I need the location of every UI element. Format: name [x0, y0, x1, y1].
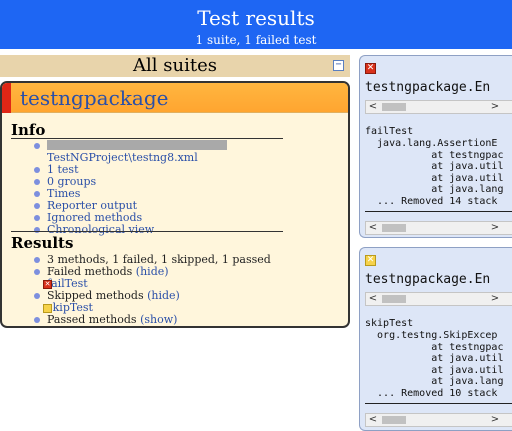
failed-panel-title: testngpackage.En [365, 80, 491, 95]
bullet-icon [34, 257, 40, 263]
bullet-icon [34, 227, 40, 233]
report-header: Test results 1 suite, 1 failed test [0, 0, 512, 49]
info-heading: Info [11, 121, 46, 139]
list-item: Passed methods (show) [34, 314, 271, 326]
failed-stack-trace: java.lang.AssertionE at testngpac at jav… [377, 138, 504, 207]
failed-status-icon: ✕ [365, 63, 376, 74]
results-list: 3 methods, 1 failed, 1 skipped, 1 passed… [34, 254, 271, 326]
suite-header: testngpackage [2, 83, 348, 113]
failed-status-icon: ✕ [43, 280, 52, 289]
all-suites-bar: All suites − [0, 55, 350, 77]
suite-failed-flag [2, 83, 11, 113]
failed-test-panel: ✕ testngpackage.En < > failTest java.lan… [359, 55, 512, 238]
skipped-panel-title: testngpackage.En [365, 272, 491, 287]
list-item: Chronological view [34, 224, 348, 236]
info-divider [11, 138, 283, 139]
bullet-icon [34, 143, 40, 149]
skipped-status-icon: ✕ [365, 255, 376, 266]
report-subtitle: 1 suite, 1 failed test [195, 33, 317, 47]
all-suites-title: All suites [133, 55, 217, 76]
skipped-methods-hide-link[interactable]: (hide) [147, 289, 180, 302]
skipped-test-panel: ✕ testngpackage.En < > skipTest org.test… [359, 247, 512, 431]
failed-method-name: failTest [365, 126, 414, 137]
bullet-icon [34, 317, 40, 323]
suite-name-link[interactable]: testngpackage [20, 85, 168, 111]
horizontal-scrollbar[interactable]: < > [365, 292, 512, 306]
bullet-icon [34, 167, 40, 173]
bullet-icon [34, 191, 40, 197]
skipped-stack-trace: org.testng.SkipExcep at testngpac at jav… [377, 330, 504, 399]
scroll-thumb[interactable] [382, 224, 406, 232]
list-item: TestNGProject\testng8.xml [34, 140, 348, 164]
bullet-icon [34, 179, 40, 185]
scroll-right-icon[interactable]: > [488, 222, 502, 234]
skipped-method-name: skipTest [365, 318, 414, 329]
scroll-left-icon[interactable]: < [366, 222, 380, 234]
skipped-status-icon [43, 304, 52, 313]
scroll-left-icon[interactable]: < [366, 293, 380, 305]
redacted-path [47, 140, 227, 150]
results-divider [11, 231, 283, 232]
scroll-right-icon[interactable]: > [488, 414, 502, 426]
passed-methods-label: Passed methods [47, 313, 137, 326]
failed-methods-hide-link[interactable]: (hide) [136, 265, 169, 278]
scroll-thumb[interactable] [382, 416, 406, 424]
passed-methods-show-link[interactable]: (show) [140, 313, 177, 326]
scroll-right-icon[interactable]: > [488, 101, 502, 113]
horizontal-scrollbar[interactable]: < > [365, 100, 512, 114]
trace-divider [365, 211, 512, 212]
scroll-right-icon[interactable]: > [488, 293, 502, 305]
scroll-left-icon[interactable]: < [366, 414, 380, 426]
results-heading: Results [11, 234, 74, 252]
trace-divider [365, 403, 512, 404]
horizontal-scrollbar[interactable]: < > [365, 413, 512, 427]
scroll-thumb[interactable] [382, 295, 406, 303]
horizontal-scrollbar[interactable]: < > [365, 221, 512, 235]
scroll-left-icon[interactable]: < [366, 101, 380, 113]
report-title: Test results [197, 6, 315, 30]
collapse-icon[interactable]: − [333, 60, 344, 71]
scroll-thumb[interactable] [382, 103, 406, 111]
bullet-icon [34, 203, 40, 209]
suite-panel: testngpackage Info TestNGProject\testng8… [0, 81, 350, 328]
list-item: 0 groups [34, 176, 348, 188]
bullet-icon [34, 269, 40, 275]
bullet-icon [34, 215, 40, 221]
bullet-icon [34, 293, 40, 299]
info-list: TestNGProject\testng8.xml 1 test 0 group… [34, 140, 348, 236]
